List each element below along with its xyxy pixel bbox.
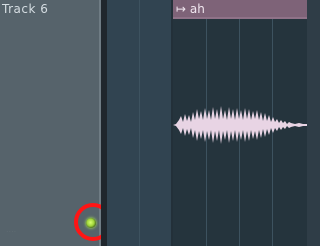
audio-clip-name: ah (189, 2, 205, 16)
clip-header-border (173, 17, 307, 19)
playlist-lane-empty[interactable] (107, 0, 173, 246)
audio-clip-header[interactable]: ↦ ah (173, 0, 307, 17)
clip-arrow-icon: ↦ (176, 2, 187, 16)
audio-clip-title[interactable]: ↦ ah (176, 2, 205, 16)
audio-waveform[interactable] (173, 100, 307, 150)
track-footer-text: .... (6, 225, 17, 234)
waveform-shape (173, 106, 307, 144)
playlist-lane-clip-area[interactable]: ↦ ah (173, 0, 307, 246)
track-name[interactable]: Track 6 (2, 2, 48, 16)
grid-line (139, 0, 140, 246)
